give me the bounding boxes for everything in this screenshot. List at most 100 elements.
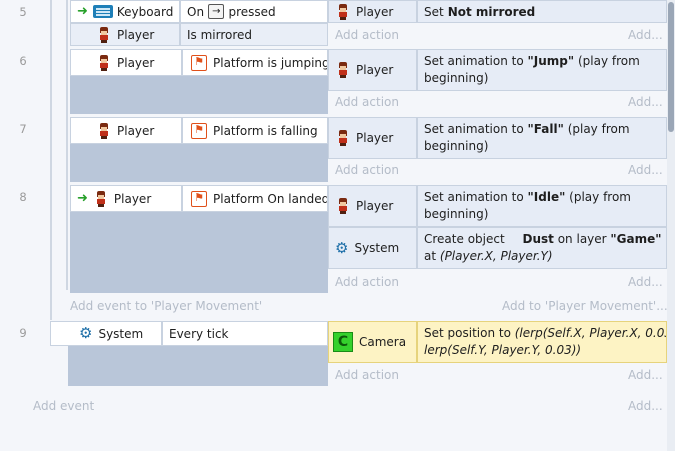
player-sprite-icon bbox=[336, 62, 350, 78]
action-text[interactable]: Set animation to "Idle" (play from begin… bbox=[417, 185, 667, 227]
condition-keyboard-text[interactable]: On → pressed bbox=[180, 0, 328, 23]
condition-keyboard[interactable]: ➜ Keyboard bbox=[70, 0, 180, 23]
platform-behavior-icon: ⚑ bbox=[191, 190, 207, 207]
add-event-link[interactable]: Add event bbox=[33, 399, 94, 413]
condition-text: Platform is falling bbox=[213, 123, 318, 138]
action-text-part: (play from bbox=[577, 54, 640, 68]
add-more-link[interactable]: Add... bbox=[628, 95, 663, 109]
condition-object: Player bbox=[113, 191, 152, 206]
condition-mirrored-text[interactable]: Is mirrored bbox=[180, 23, 328, 46]
player-sprite-icon bbox=[94, 190, 108, 207]
condition-text: Every tick bbox=[169, 326, 229, 341]
player-sprite-icon bbox=[97, 26, 111, 43]
action-bold-value: "Game" bbox=[610, 232, 662, 246]
event-number: 7 bbox=[19, 122, 27, 136]
action-object[interactable]: Player bbox=[328, 49, 417, 91]
action-text-part: on layer bbox=[557, 232, 607, 246]
condition-player[interactable]: Player bbox=[70, 49, 182, 76]
add-action-link[interactable]: Add action bbox=[335, 95, 399, 109]
scrollbar-thumb[interactable] bbox=[668, 2, 674, 132]
action-object-name: Player bbox=[356, 199, 394, 213]
platform-behavior-icon: ⚑ bbox=[191, 122, 207, 139]
action-object[interactable]: ⚙ System bbox=[328, 227, 417, 269]
condition-text: Is mirrored bbox=[187, 27, 253, 42]
trigger-arrow-icon: ➜ bbox=[77, 4, 88, 19]
player-sprite-icon bbox=[336, 198, 350, 214]
action-text[interactable]: Create object Dust on layer "Game" at (P… bbox=[417, 227, 667, 269]
add-more-link[interactable]: Add... bbox=[628, 275, 663, 289]
add-action-link[interactable]: Add action bbox=[335, 28, 399, 42]
condition-system[interactable]: ⚙ System bbox=[50, 321, 162, 346]
add-action-link[interactable]: Add action bbox=[335, 368, 399, 382]
condition-object: Player bbox=[117, 123, 155, 138]
action-bold-value: "Fall" bbox=[527, 122, 564, 136]
condition-object: System bbox=[98, 326, 144, 341]
action-text-part: beginning) bbox=[424, 139, 489, 153]
condition-player[interactable]: Player bbox=[70, 117, 182, 144]
action-bold-value: Dust bbox=[522, 232, 554, 246]
action-object[interactable]: Player bbox=[328, 117, 417, 159]
group-indent-line bbox=[50, 0, 52, 320]
action-expression: lerp(Self.Y, Player.Y, 0.03)) bbox=[424, 343, 582, 357]
gear-icon: ⚙ bbox=[79, 324, 93, 342]
condition-platform-falling[interactable]: ⚑ Platform is falling bbox=[182, 117, 328, 144]
add-more-link[interactable]: Add... bbox=[628, 28, 663, 42]
condition-text: pressed bbox=[228, 4, 276, 19]
condition-object: Player bbox=[117, 27, 155, 42]
action-text-part: (play from bbox=[569, 190, 631, 204]
event-5[interactable]: ➜ Keyboard On → pressed Player Is mirror… bbox=[70, 0, 328, 46]
action-object[interactable]: Player bbox=[328, 185, 417, 227]
event-number: 9 bbox=[19, 326, 27, 340]
add-more-link[interactable]: Add... bbox=[628, 368, 663, 382]
add-more-link[interactable]: Add... bbox=[628, 163, 663, 177]
condition-text: On bbox=[187, 4, 205, 19]
key-right-arrow: → bbox=[208, 4, 225, 19]
action-text-part: Set position to bbox=[424, 326, 511, 340]
action-text[interactable]: Set animation to "Jump" (play from begin… bbox=[417, 49, 667, 91]
add-more-link[interactable]: Add... bbox=[628, 399, 663, 413]
action-text[interactable]: Set position to (lerp(Self.X, Player.X, … bbox=[417, 321, 667, 363]
action-object-name: Camera bbox=[359, 335, 407, 349]
keyboard-icon bbox=[92, 5, 113, 18]
condition-text: Platform is jumping bbox=[213, 55, 328, 70]
condition-every-tick[interactable]: Every tick bbox=[162, 321, 328, 346]
add-action-link[interactable]: Add action bbox=[335, 163, 399, 177]
action-object[interactable]: C Camera bbox=[328, 321, 417, 363]
action-bold-value: "Idle" bbox=[527, 190, 566, 204]
condition-platform-landed[interactable]: ⚑ Platform On landed bbox=[182, 185, 328, 212]
event-number: 5 bbox=[19, 5, 27, 19]
action-text-part: Set bbox=[424, 4, 444, 19]
action-text-part: Set animation to bbox=[424, 122, 524, 136]
add-event-to-group-link[interactable]: Add event to 'Player Movement' bbox=[70, 299, 262, 313]
player-sprite-icon bbox=[97, 54, 111, 71]
action-expression: (Player.X, Player.Y) bbox=[439, 249, 553, 263]
player-sprite-icon bbox=[336, 3, 350, 20]
platform-behavior-icon: ⚑ bbox=[191, 54, 207, 71]
action-text[interactable]: Set Not mirrored bbox=[417, 0, 667, 23]
condition-player-mirrored[interactable]: Player bbox=[70, 23, 180, 46]
trigger-arrow-icon: ➜ bbox=[77, 191, 88, 206]
action-object[interactable]: Player bbox=[328, 0, 417, 23]
action-expression: (lerp(Self.X, Player.X, 0.03), bbox=[514, 326, 667, 340]
action-text-part: Set animation to bbox=[424, 54, 524, 68]
event-number: 6 bbox=[19, 54, 27, 68]
action-object-name: Player bbox=[356, 63, 394, 77]
condition-object: Keyboard bbox=[116, 4, 174, 19]
add-action-link[interactable]: Add action bbox=[335, 275, 399, 289]
group-indent-line-2 bbox=[66, 0, 68, 290]
add-to-group-link[interactable]: Add to 'Player Movement'... bbox=[502, 299, 668, 313]
condition-platform-jumping[interactable]: ⚑ Platform is jumping bbox=[182, 49, 328, 76]
player-sprite-icon bbox=[97, 122, 111, 139]
action-bold-value: Not mirrored bbox=[447, 4, 536, 19]
camera-object-icon: C bbox=[333, 332, 353, 352]
condition-player[interactable]: ➜ Player bbox=[70, 185, 182, 212]
action-text-part: (play from bbox=[567, 122, 630, 136]
action-bold-value: "Jump" bbox=[527, 54, 575, 68]
player-sprite-icon bbox=[336, 130, 350, 146]
action-text-part: at bbox=[424, 249, 437, 263]
action-object-name: Player bbox=[356, 131, 394, 145]
action-text[interactable]: Set animation to "Fall" (play from begin… bbox=[417, 117, 667, 159]
action-object-name: Player bbox=[356, 4, 394, 19]
event-number: 8 bbox=[19, 190, 27, 204]
condition-text: Platform On landed bbox=[213, 191, 328, 206]
